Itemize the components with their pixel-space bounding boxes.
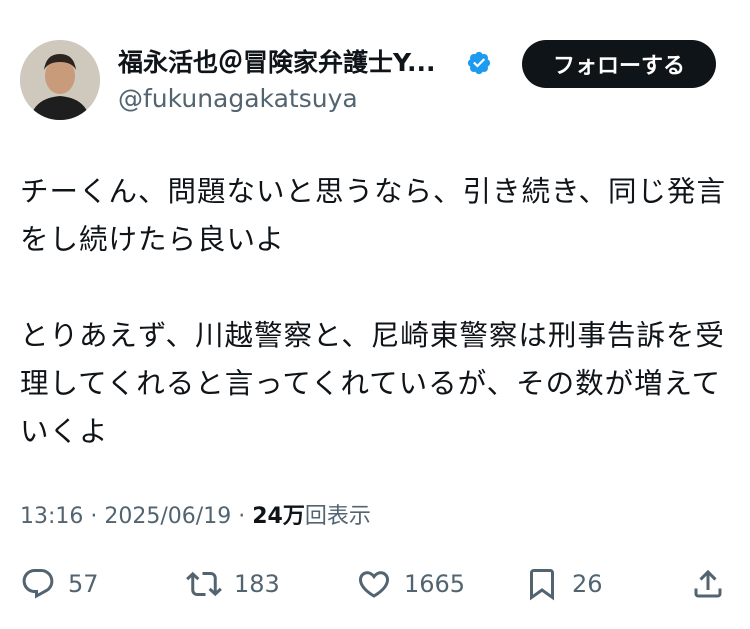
tweet-paragraph: とりあえず、川越警察と、尼崎東警察は刑事告訴を受理してくれると言ってくれているが… [20,319,725,448]
tweet-meta: 13:16 · 2025/06/19 · 24万回表示 [20,502,371,532]
like-count: 1665 [404,570,466,598]
bookmark-count: 26 [572,570,603,598]
share-icon [694,569,722,598]
like-icon [358,571,390,598]
views-label: 回表示 [304,504,371,529]
meta-separator: · [90,504,98,529]
tweet-paragraph: チーくん、問題ないと思うなら、引き続き、同じ発言をし続けたら良いよ [20,175,727,256]
repost-count: 183 [234,570,280,598]
reply-button[interactable]: 57 [20,558,99,610]
meta-separator: · [238,504,246,529]
reply-icon [22,569,54,599]
bookmark-icon [530,569,554,601]
handle[interactable]: @fukunagakatsuya [118,83,358,115]
views-count: 24万 [252,504,305,529]
tweet-text: チーくん、問題ないと思うなら、引き続き、同じ発言をし続けたら良いよ とりあえず、… [20,168,730,456]
repost-button[interactable]: 183 [186,558,280,610]
tweet-time[interactable]: 13:16 [20,504,83,529]
like-button[interactable]: 1665 [356,558,465,610]
reply-count: 57 [68,570,99,598]
follow-button[interactable]: フォローする [522,40,716,88]
avatar[interactable] [20,40,100,120]
action-bar: 57 183 1665 26 [0,558,750,610]
tweet-date[interactable]: 2025/06/19 [104,504,231,529]
display-name[interactable]: 福永活也＠冒険家弁護士Y... [118,46,435,80]
bookmark-button[interactable]: 26 [524,558,603,610]
repost-icon [186,571,222,597]
verified-badge-icon [467,51,491,75]
share-button[interactable] [690,558,726,610]
